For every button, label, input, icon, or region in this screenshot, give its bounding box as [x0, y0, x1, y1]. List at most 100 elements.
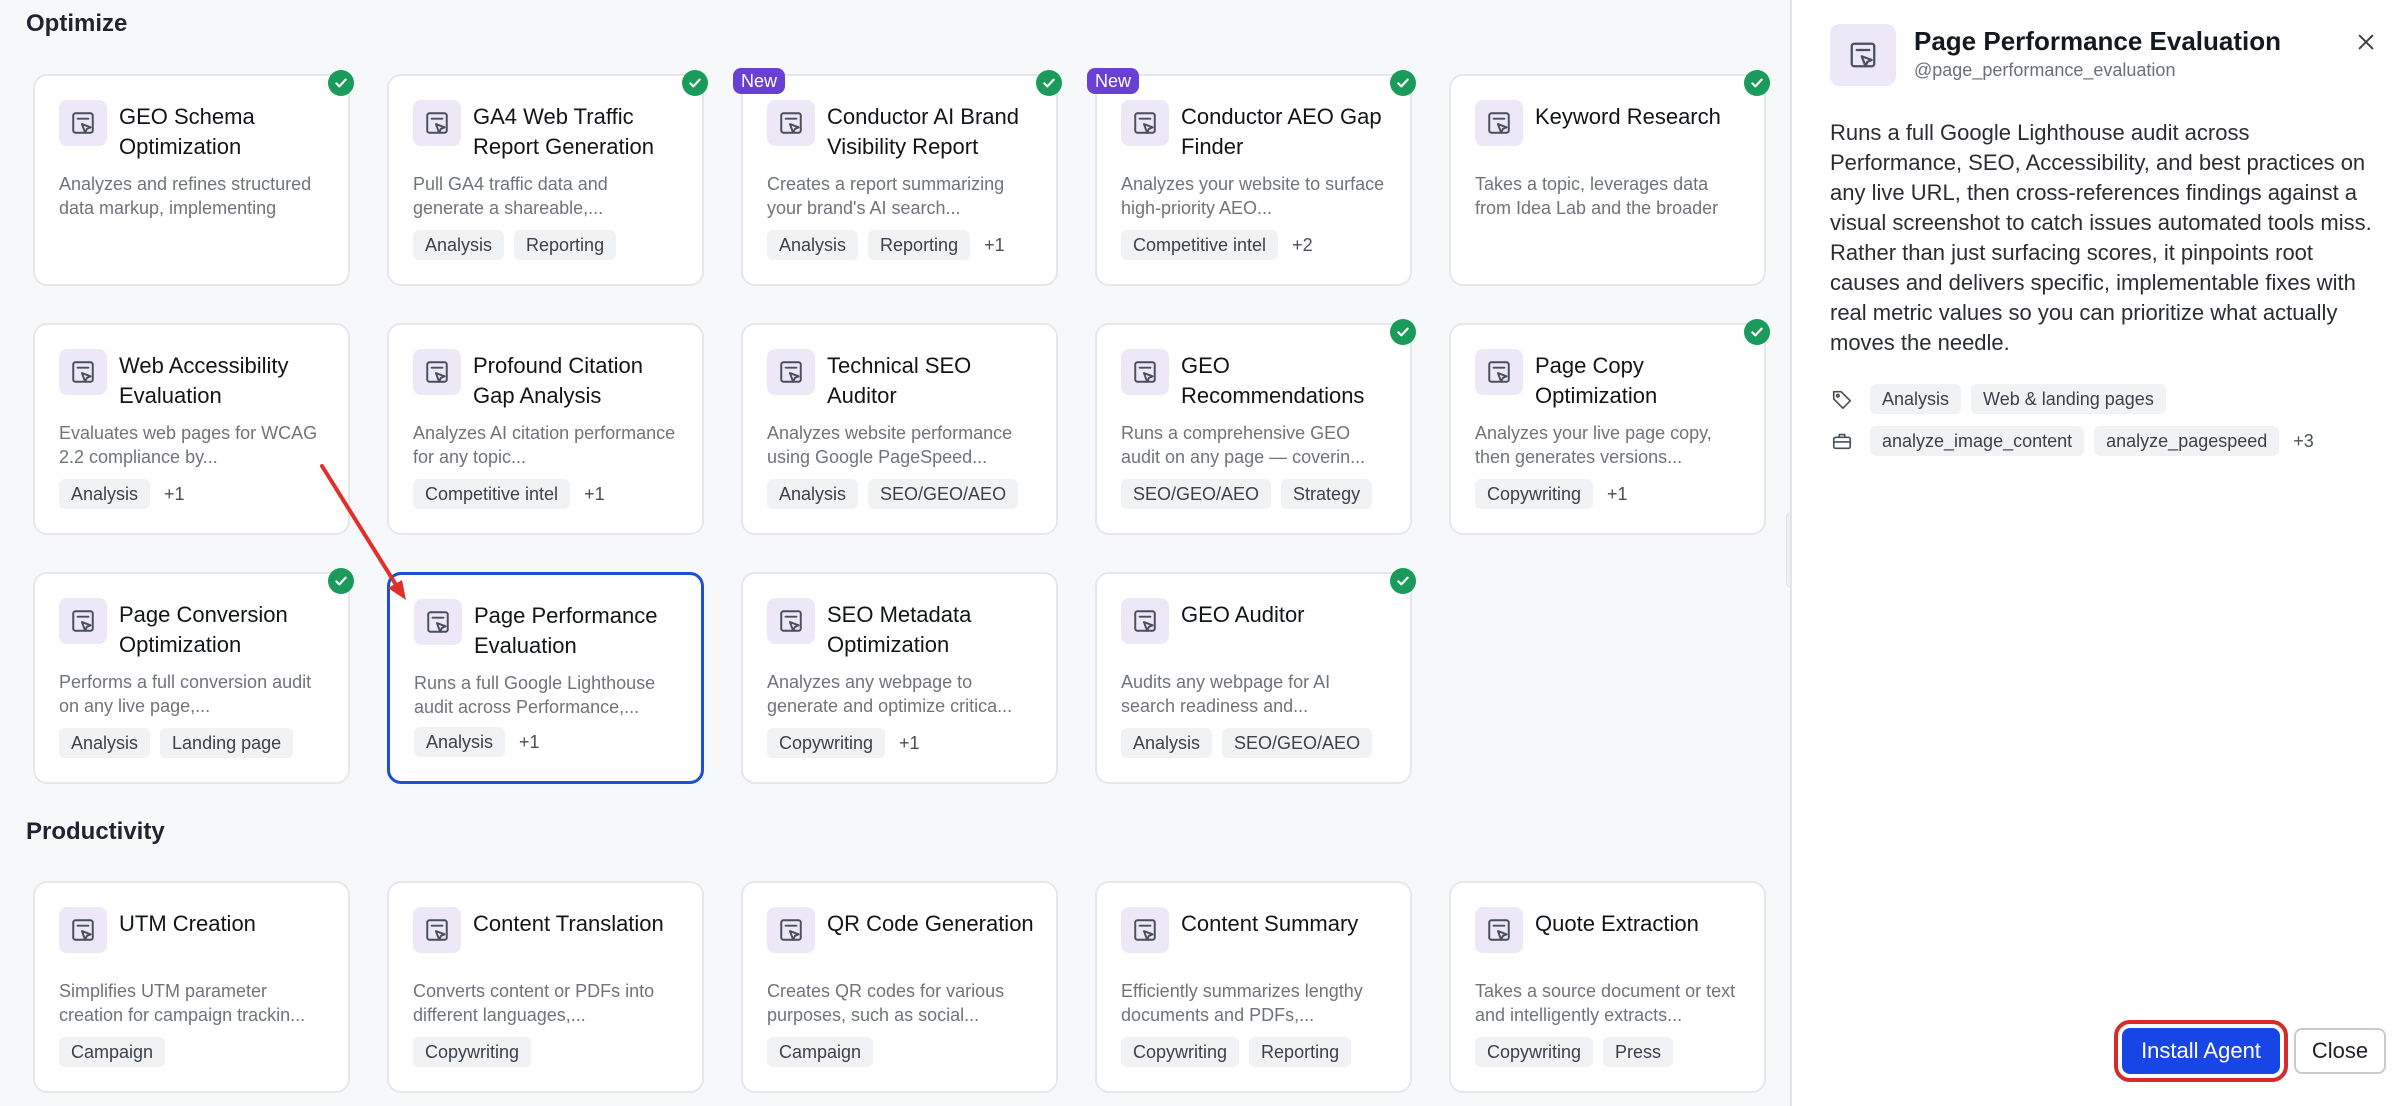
category-tag: Web & landing pages: [1971, 384, 2166, 414]
card-tag: Press: [1603, 1037, 1674, 1067]
card-tag: Analysis: [767, 479, 859, 509]
pointer-window-icon: [1475, 349, 1523, 395]
card-tags: Competitive intel +2: [1121, 230, 1317, 260]
pointer-window-icon: [1475, 907, 1523, 953]
pointer-window-icon: [767, 907, 815, 953]
card-description: Performs a full conversion audit on any …: [59, 672, 312, 716]
card-description: Simplifies UTM parameter creation for ca…: [59, 981, 306, 1025]
close-button[interactable]: Close: [2294, 1028, 2386, 1074]
agent-card[interactable]: GA4 Web Traffic Report Generation Pull GA…: [387, 70, 708, 286]
card-tag: SEO/GEO/AEO: [868, 479, 1019, 509]
tools-row: analyze_image_content analyze_pagespeed …: [1830, 426, 2318, 456]
panel-description: Runs a full Google Lighthouse audit acro…: [1830, 120, 2372, 355]
agent-card[interactable]: Quote Extraction Takes a source document …: [1449, 881, 1766, 1093]
card-title: Conductor AEO Gap Finder: [1181, 104, 1382, 159]
card-more-count: +1: [899, 732, 920, 753]
card-tags: Analysis +1: [59, 479, 189, 509]
card-tag: Competitive intel: [413, 479, 571, 509]
card-tag: Analysis: [413, 230, 505, 260]
agent-card[interactable]: GEO Auditor Audits any webpage for AI sea…: [1095, 568, 1416, 784]
agent-card[interactable]: GEO Recommendations Runs a comprehensive …: [1095, 319, 1416, 535]
card-description: Efficiently summarizes lengthy documents…: [1121, 981, 1363, 1025]
pointer-window-icon: [59, 100, 107, 146]
card-description: Runs a full Google Lighthouse audit acro…: [414, 673, 656, 717]
check-circle-icon: [1390, 319, 1416, 345]
card-more-count: +1: [1607, 483, 1628, 504]
card-tag: Copywriting: [1475, 1037, 1594, 1067]
check-circle-icon: [1744, 70, 1770, 96]
agent-card[interactable]: Technical SEO Auditor Analyzes website pe…: [741, 323, 1058, 535]
agent-card[interactable]: Page Performance Evaluation Runs a full G…: [387, 572, 704, 784]
agent-card[interactable]: SEO Metadata Optimization Analyzes any we…: [741, 572, 1058, 784]
agent-card[interactable]: Page Copy Optimization Analyzes your live…: [1449, 319, 1770, 535]
agent-card[interactable]: Web Accessibility Evaluation Evaluates we…: [33, 323, 350, 535]
check-circle-icon: [1036, 70, 1062, 96]
card-description: Audits any webpage for AI search readine…: [1121, 672, 1331, 716]
agent-card[interactable]: UTM Creation Simplifies UTM parameter cre…: [33, 881, 350, 1093]
card-tags: Copywriting +1: [1475, 479, 1632, 509]
card-tag: Analysis: [1121, 728, 1213, 758]
card-description: Takes a topic, leverages data from Idea …: [1475, 174, 1719, 218]
agent-detail-panel: Page Performance Evaluation @page_perfor…: [1790, 0, 2402, 1106]
card-description: Takes a source document or text and inte…: [1475, 981, 1736, 1025]
card-description: Runs a comprehensive GEO audit on any pa…: [1121, 423, 1366, 467]
card-description: Analyzes website performance using Googl…: [767, 423, 1013, 467]
agent-card[interactable]: Keyword Research Takes a topic, leverages…: [1449, 70, 1770, 286]
card-description: Analyzes and refines structured data mar…: [59, 174, 312, 218]
agent-card[interactable]: Page Conversion Optimization Performs a f…: [33, 568, 354, 784]
card-tags: Analysis +1: [414, 727, 544, 757]
pointer-window-icon: [1121, 907, 1169, 953]
card-tags: Campaign: [767, 1037, 874, 1067]
card-tag: Reporting: [1249, 1037, 1352, 1067]
new-badge: New: [1087, 68, 1140, 94]
card-title: Profound Citation Gap Analysis: [473, 353, 643, 408]
agent-card[interactable]: Conductor AEO Gap Finder Analyzes your we…: [1087, 68, 1416, 286]
pointer-window-icon: [1121, 100, 1169, 146]
card-tag: Copywriting: [413, 1037, 532, 1067]
pointer-window-icon: [59, 598, 107, 644]
card-more-count: +1: [984, 234, 1005, 255]
card-tags: Copywriting: [413, 1037, 532, 1067]
pointer-window-icon: [413, 100, 461, 146]
agent-card[interactable]: Conductor AI Brand Visibility Report Crea…: [733, 68, 1062, 286]
pointer-window-icon: [767, 598, 815, 644]
pointer-window-icon: [413, 907, 461, 953]
card-tags: Copywriting +1: [767, 728, 924, 758]
card-title: SEO Metadata Optimization: [827, 602, 972, 657]
card-description: Creates QR codes for various purposes, s…: [767, 981, 1005, 1025]
card-title: Content Summary: [1181, 911, 1359, 936]
panel-title: Page Performance Evaluation: [1914, 26, 2282, 56]
agent-card[interactable]: Profound Citation Gap Analysis Analyzes A…: [387, 323, 704, 535]
card-title: Keyword Research: [1535, 104, 1721, 129]
card-description: Analyzes any webpage to generate and opt…: [767, 672, 1013, 716]
card-description: Analyzes your live page copy, then gener…: [1475, 423, 1712, 467]
agent-card[interactable]: Content Translation Converts content or P…: [387, 881, 704, 1093]
close-icon[interactable]: [2350, 26, 2382, 58]
card-tags: Analysis Reporting +1: [767, 230, 1009, 260]
card-more-count: +1: [519, 731, 540, 752]
card-title: UTM Creation: [119, 911, 256, 936]
card-tag: Campaign: [59, 1037, 166, 1067]
panel-handle: @page_performance_evaluation: [1914, 60, 2176, 80]
install-agent-button[interactable]: Install Agent: [2114, 1020, 2288, 1082]
category-row: Analysis Web & landing pages: [1830, 384, 2166, 414]
card-tag: Copywriting: [1475, 479, 1594, 509]
pointer-window-icon: [59, 907, 107, 953]
tools-more-count[interactable]: +3: [2289, 427, 2318, 456]
card-tags: SEO/GEO/AEO Strategy: [1121, 479, 1373, 509]
pointer-window-icon: [1475, 100, 1523, 146]
agent-card[interactable]: QR Code Generation Creates QR codes for v…: [741, 881, 1058, 1093]
card-tag: Copywriting: [1121, 1037, 1240, 1067]
check-circle-icon: [682, 70, 708, 96]
pointer-window-icon: [59, 349, 107, 395]
card-tags: Analysis SEO/GEO/AEO: [767, 479, 1019, 509]
card-title: Page Copy Optimization: [1535, 353, 1658, 408]
agent-card[interactable]: GEO Schema Optimization Analyzes and refi…: [33, 70, 354, 286]
card-tag: Competitive intel: [1121, 230, 1279, 260]
card-description: Pull GA4 traffic data and generate a sha…: [413, 174, 608, 218]
card-tag: Analysis: [59, 728, 151, 758]
section-title-productivity: Productivity: [26, 818, 165, 845]
card-tag: Analysis: [767, 230, 859, 260]
card-tags: Analysis Landing page: [59, 728, 294, 758]
agent-card[interactable]: Content Summary Efficiently summarizes le…: [1095, 881, 1412, 1093]
